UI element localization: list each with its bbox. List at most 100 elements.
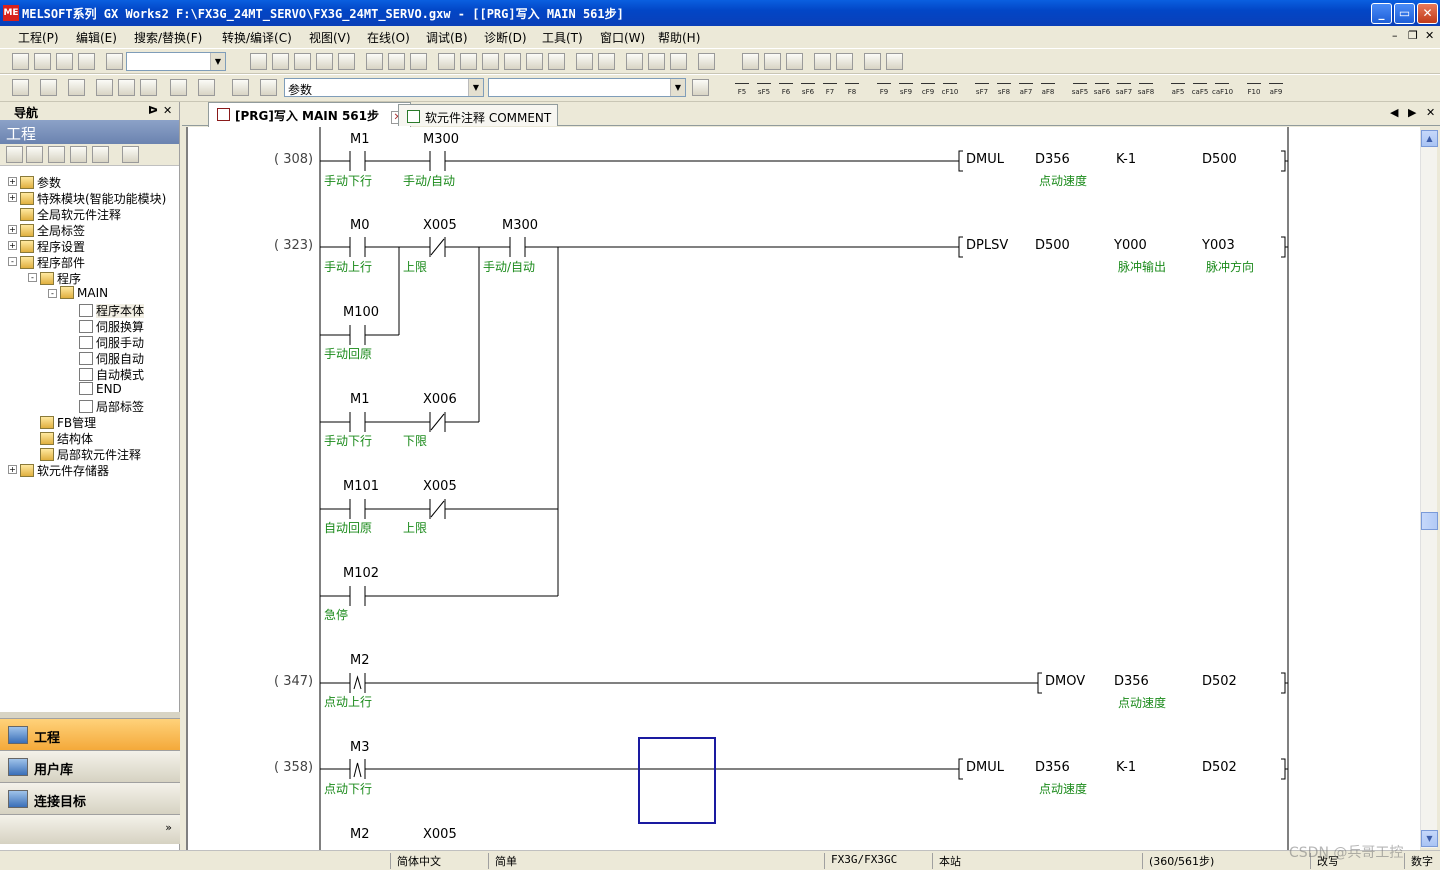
copy-data-icon[interactable] [26, 146, 43, 163]
display-icon[interactable] [698, 53, 715, 70]
fkey-button[interactable]: F7 [820, 79, 840, 96]
tab-scroll-right-icon[interactable]: ▶ [1408, 106, 1416, 119]
fkey-button[interactable]: cF10 [940, 79, 960, 96]
menu-edit[interactable]: 编辑(E) [76, 29, 117, 46]
tree-item[interactable]: FB管理 [40, 414, 96, 430]
contact-device[interactable]: M300 [423, 132, 459, 147]
read-from-plc-icon[interactable] [460, 53, 477, 70]
contact-device[interactable]: M2 [350, 827, 370, 842]
open-folder-icon[interactable] [34, 53, 51, 70]
ladder-insert-col-icon[interactable] [786, 53, 803, 70]
help-cursor-icon[interactable] [232, 79, 249, 96]
tree-item[interactable]: 自动模式 [79, 366, 144, 382]
contact-device[interactable]: M0 [350, 218, 370, 233]
fkey-button[interactable]: caF10 [1212, 79, 1233, 96]
ladder-block-icon[interactable] [836, 53, 853, 70]
instruction-arg[interactable]: D502 [1202, 760, 1237, 775]
stop-icon[interactable] [670, 53, 687, 70]
nav-section-connection[interactable]: 连接目标 [0, 782, 180, 814]
ladder-line-icon[interactable] [864, 53, 881, 70]
verify-plc-icon[interactable] [482, 53, 499, 70]
tree-item[interactable]: 全局软元件注释 [20, 206, 121, 222]
tab-device-comment[interactable]: 软元件注释 COMMENT [398, 104, 559, 126]
ladder-delete-row-icon[interactable] [764, 53, 781, 70]
instruction-arg[interactable]: D500 [1035, 238, 1070, 253]
edit-cursor[interactable] [638, 737, 716, 824]
instruction-arg[interactable]: D502 [1202, 674, 1237, 689]
menu-tools[interactable]: 工具(T) [542, 29, 583, 46]
menu-help[interactable]: 帮助(H) [658, 29, 700, 46]
fkey-button[interactable]: F10 [1244, 79, 1264, 96]
scroll-thumb[interactable] [1421, 512, 1438, 530]
instruction-op[interactable]: DMOV [1045, 674, 1085, 689]
menu-view[interactable]: 视图(V) [309, 29, 351, 46]
ladder-erase-line-icon[interactable] [886, 53, 903, 70]
tree-item[interactable]: - MAIN [48, 286, 108, 302]
instruction-op[interactable]: DMUL [966, 152, 1004, 167]
ladder-delete-col-icon[interactable] [814, 53, 831, 70]
nav-more-chevron-icon[interactable]: » [0, 814, 180, 844]
contact-device[interactable]: M101 [343, 479, 379, 494]
instruction-arg[interactable]: Y000 [1114, 238, 1147, 253]
menu-online[interactable]: 在线(O) [367, 29, 410, 46]
fkey-button[interactable]: F8 [842, 79, 862, 96]
write-to-plc-icon[interactable] [438, 53, 455, 70]
contact-device[interactable]: X005 [423, 218, 457, 233]
instruction-arg[interactable]: Y003 [1202, 238, 1235, 253]
print-icon[interactable] [78, 53, 95, 70]
run-icon[interactable] [648, 53, 665, 70]
menu-window[interactable]: 窗口(W) [600, 29, 645, 46]
contact-device[interactable]: M1 [350, 392, 370, 407]
fkey-button[interactable]: caF5 [1190, 79, 1210, 96]
mdi-minimize-button[interactable]: – [1392, 29, 1398, 42]
monitor-stop-icon[interactable] [526, 53, 543, 70]
nav-close-icon[interactable]: ✕ [163, 104, 172, 117]
fkey-button[interactable]: F9 [874, 79, 894, 96]
help-icon[interactable] [106, 53, 123, 70]
expand-icon[interactable]: + [8, 225, 17, 234]
fkey-button[interactable]: aF5 [1168, 79, 1188, 96]
toolbar-combo-empty[interactable]: ▼ [126, 52, 226, 71]
fkey-button[interactable]: F6 [776, 79, 796, 96]
instruction-arg[interactable]: D356 [1114, 674, 1149, 689]
mdi-close-button[interactable]: ✕ [1425, 29, 1434, 42]
pin-icon[interactable]: ᐅ [148, 104, 158, 117]
menu-diagnostics[interactable]: 诊断(D) [484, 29, 527, 46]
list-view-icon[interactable] [68, 79, 85, 96]
save-icon[interactable] [56, 53, 73, 70]
tree-options-icon[interactable] [122, 146, 139, 163]
tree-item[interactable]: + 参数 [8, 174, 61, 190]
search-go-icon[interactable] [692, 79, 709, 96]
tree-item[interactable]: + 软元件存储器 [8, 462, 109, 478]
parameter-combo[interactable]: 参数 ▼ [284, 78, 484, 97]
collapse-icon[interactable]: - [8, 257, 17, 266]
cut-icon[interactable] [250, 53, 267, 70]
paste-data-icon[interactable] [48, 146, 65, 163]
menu-debug[interactable]: 调试(B) [426, 29, 468, 46]
maximize-button[interactable]: ▭ [1394, 3, 1415, 24]
contact-device[interactable]: M3 [350, 740, 370, 755]
tree-item[interactable]: 局部软元件注释 [40, 446, 141, 462]
fkey-button[interactable]: sF5 [754, 79, 774, 96]
fkey-button[interactable]: sF8 [994, 79, 1014, 96]
fkey-button[interactable]: sF6 [798, 79, 818, 96]
tree-item[interactable]: 局部标签 [79, 398, 144, 414]
expand-icon[interactable]: + [8, 465, 17, 474]
device-monitor-icon[interactable] [576, 53, 593, 70]
fkey-button[interactable]: sF7 [972, 79, 992, 96]
fkey-button[interactable]: aF7 [1016, 79, 1036, 96]
contact-device[interactable]: X006 [423, 392, 457, 407]
tree-item[interactable]: 程序本体 [79, 302, 145, 318]
instruction-arg[interactable]: K-1 [1116, 152, 1136, 167]
dev-1-icon[interactable] [96, 79, 113, 96]
mdi-restore-button[interactable]: ❐ [1408, 29, 1418, 42]
tree-item[interactable]: 结构体 [40, 430, 93, 446]
tree-item[interactable]: 伺服手动 [79, 334, 144, 350]
device-batch-icon[interactable] [410, 53, 427, 70]
device-test-icon[interactable] [598, 53, 615, 70]
project-view-icon[interactable] [12, 79, 29, 96]
monitor-all-icon[interactable] [548, 53, 565, 70]
copy-icon[interactable] [272, 53, 289, 70]
expand-icon[interactable]: + [8, 193, 17, 202]
device-list-icon[interactable] [388, 53, 405, 70]
